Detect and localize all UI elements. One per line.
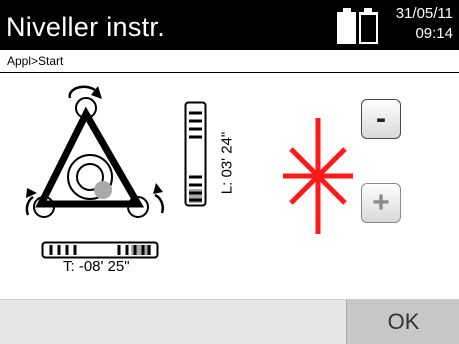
breadcrumb-text: Appl>Start <box>7 54 64 68</box>
date-display: 31/05/11 <box>395 5 453 22</box>
plus-icon: + <box>372 186 390 219</box>
title-bar: Niveller instr. 31/05/11 09:14 <box>0 0 459 50</box>
ok-button[interactable]: OK <box>346 300 459 344</box>
laser-decrease-button[interactable]: - <box>361 99 401 139</box>
date-time: 31/05/11 09:14 <box>396 4 453 44</box>
longitudinal-tilt-value: L: 03' 24" <box>218 131 236 195</box>
page-title: Niveller instr. <box>6 12 166 42</box>
laser-increase-button[interactable]: + <box>361 183 401 223</box>
leveling-triangle-icon <box>25 85 165 218</box>
transverse-bubble-vial <box>41 241 159 259</box>
laser-star-icon <box>283 118 353 234</box>
longitudinal-bubble-vial <box>184 101 207 207</box>
time-display: 09:14 <box>415 25 453 42</box>
transverse-tilt-label: T: -08' 25" <box>63 258 130 275</box>
footer-bar: OK <box>0 299 459 344</box>
minus-icon: - <box>376 102 386 135</box>
breadcrumb: Appl>Start <box>0 50 459 73</box>
battery-icon <box>337 8 378 44</box>
